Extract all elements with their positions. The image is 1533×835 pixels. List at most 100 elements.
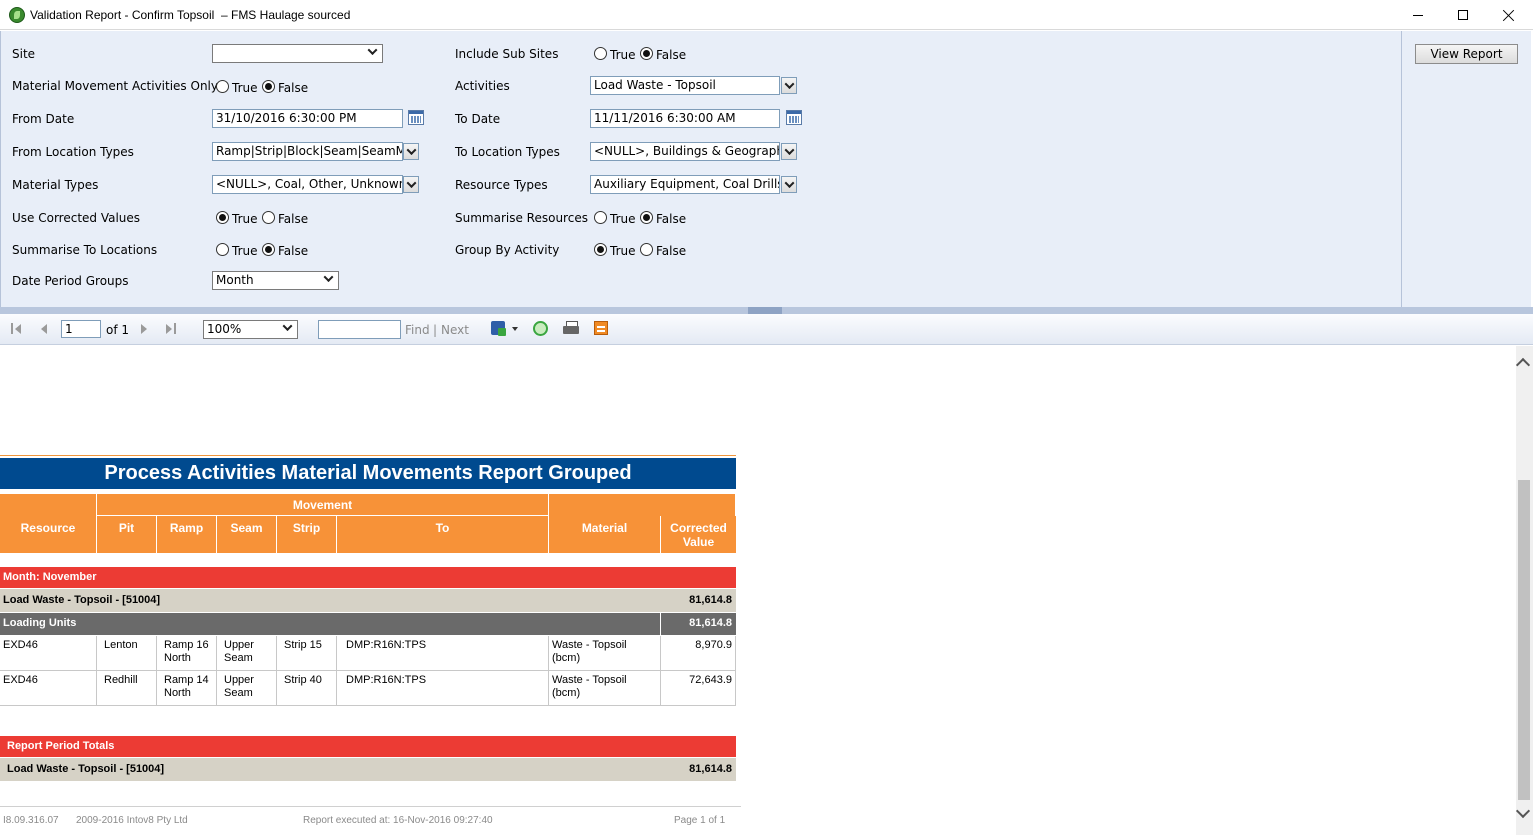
row2-resource: EXD46 (0, 671, 97, 705)
loading-units-total: 81,614.8 (689, 617, 732, 629)
find-separator: | (433, 323, 438, 337)
summarise-resources-false-radio[interactable] (640, 211, 653, 224)
find-link[interactable]: Find (405, 323, 430, 337)
to-location-types-field[interactable]: <NULL>, Buildings & Geographic (590, 142, 780, 161)
material-types-label: Material Types (12, 178, 99, 192)
summarise-to-locations-false-radio[interactable] (262, 243, 275, 256)
col-strip: Strip (277, 516, 337, 553)
material-types-field[interactable]: <NULL>, Coal, Other, Unknown, (212, 175, 403, 194)
find-input[interactable] (318, 320, 401, 339)
use-corrected-values-true-radio[interactable] (216, 211, 229, 224)
maximize-button[interactable] (1440, 0, 1486, 30)
from-location-types-field[interactable]: Ramp|Strip|Block|Seam|SeamM (212, 142, 403, 161)
parameters-panel (0, 31, 1531, 307)
summarise-to-locations-label: Summarise To Locations (12, 243, 158, 257)
site-select[interactable] (212, 44, 383, 63)
resource-types-field[interactable]: Auxiliary Equipment, Coal Drills, (590, 175, 780, 194)
app-icon (9, 7, 25, 23)
find-next-link[interactable]: Next (441, 323, 469, 337)
movement-header: Movement (97, 494, 549, 516)
material-movement-false-radio[interactable] (262, 80, 275, 93)
last-page-icon[interactable] (166, 322, 180, 336)
summarise-to-locations-true-radio[interactable] (216, 243, 229, 256)
group-by-activity-false-label: False (656, 244, 687, 258)
row1-to: DMP:R16N:TPS (337, 636, 549, 670)
row1-strip: Strip 15 (277, 636, 337, 670)
scroll-thumb[interactable] (1518, 480, 1530, 800)
summarise-resources-true-radio[interactable] (594, 211, 607, 224)
group-by-activity-true-radio[interactable] (594, 243, 607, 256)
footer-copyright: 2009-2016 Intov8 Pty Ltd (76, 815, 188, 826)
collapse-grip-icon[interactable] (748, 307, 782, 314)
export-dropdown-icon[interactable] (512, 327, 518, 331)
row2-ramp: Ramp 14 North (157, 671, 217, 705)
chevron-down-icon (784, 79, 794, 90)
zoom-select[interactable]: 100% (203, 320, 298, 339)
header-blank-right (549, 494, 736, 516)
material-movement-true-label: True (232, 81, 258, 95)
chevron-down-icon (784, 178, 794, 189)
material-movement-true-radio[interactable] (216, 80, 229, 93)
row2-material: Waste - Topsoil (bcm) (549, 671, 661, 705)
group-by-activity-false-radio[interactable] (640, 243, 653, 256)
report-title: Process Activities Material Movements Re… (0, 458, 736, 489)
calendar-icon[interactable] (408, 110, 424, 125)
date-period-groups-select[interactable]: Month (212, 271, 339, 290)
material-movement-only-label: Material Movement Activities Only (12, 79, 218, 93)
maximize-icon (1458, 10, 1468, 20)
col-corrected-value: Corrected Value (661, 516, 736, 553)
use-corrected-values-true-label: True (232, 212, 258, 226)
group-by-activity-label: Group By Activity (455, 243, 560, 257)
refresh-icon[interactable] (533, 321, 548, 336)
period-totals-total: 81,614.8 (689, 763, 732, 775)
export-icon[interactable] (491, 321, 506, 336)
resource-types-dropdown-button[interactable] (781, 176, 797, 193)
row2-seam: Upper Seam (217, 671, 277, 705)
activities-field[interactable]: Load Waste - Topsoil (590, 76, 780, 95)
include-sub-sites-false-label: False (656, 48, 687, 62)
col-resource: Resource (0, 516, 97, 553)
activities-label: Activities (455, 79, 510, 93)
view-report-button[interactable]: View Report (1415, 44, 1518, 64)
calendar-icon[interactable] (786, 110, 802, 125)
chevron-down-icon (323, 272, 334, 283)
to-date-field[interactable]: 11/11/2016 6:30:00 AM (590, 109, 780, 128)
from-location-types-label: From Location Types (12, 145, 134, 159)
minimize-button[interactable] (1395, 0, 1441, 30)
from-location-types-dropdown-button[interactable] (403, 143, 419, 160)
col-to: To (337, 516, 549, 553)
row1-material: Waste - Topsoil (bcm) (549, 636, 661, 670)
data-feed-icon[interactable] (594, 321, 608, 335)
row1-value: 8,970.9 (661, 636, 736, 670)
close-button[interactable] (1486, 0, 1532, 30)
footer-rule (0, 806, 741, 807)
row1-resource: EXD46 (0, 636, 97, 670)
activity-group-row: Load Waste - Topsoil - [51004] 81,614.8 (0, 589, 736, 612)
to-location-types-dropdown-button[interactable] (781, 143, 797, 160)
next-page-icon[interactable] (141, 322, 151, 336)
page-number-input[interactable]: 1 (61, 320, 101, 338)
include-sub-sites-true-radio[interactable] (594, 47, 607, 60)
include-sub-sites-false-radio[interactable] (640, 47, 653, 60)
first-page-icon[interactable] (11, 322, 25, 336)
activities-dropdown-button[interactable] (781, 77, 797, 94)
zoom-value: 100% (207, 322, 242, 336)
print-icon[interactable] (563, 321, 579, 336)
resource-types-label: Resource Types (455, 178, 548, 192)
footer-page: Page 1 of 1 (674, 815, 726, 826)
summarise-to-locations-true-label: True (232, 244, 258, 258)
date-period-groups-value: Month (216, 273, 254, 287)
material-types-dropdown-button[interactable] (403, 176, 419, 193)
to-location-types-label: To Location Types (455, 145, 560, 159)
period-totals-activity: Load Waste - Topsoil - [51004] (7, 763, 165, 775)
window-title: Validation Report - Confirm Topsoil – FM… (30, 8, 351, 22)
use-corrected-values-false-radio[interactable] (262, 211, 275, 224)
date-period-groups-label: Date Period Groups (12, 274, 129, 288)
activity-group-label: Load Waste - Topsoil - [51004] (3, 594, 161, 606)
previous-page-icon[interactable] (41, 322, 51, 336)
row1-seam: Upper Seam (217, 636, 277, 670)
parameters-action-panel (1401, 31, 1531, 307)
from-date-field[interactable]: 31/10/2016 6:30:00 PM (212, 109, 403, 128)
from-date-label: From Date (12, 112, 75, 126)
chevron-down-icon (406, 145, 416, 156)
